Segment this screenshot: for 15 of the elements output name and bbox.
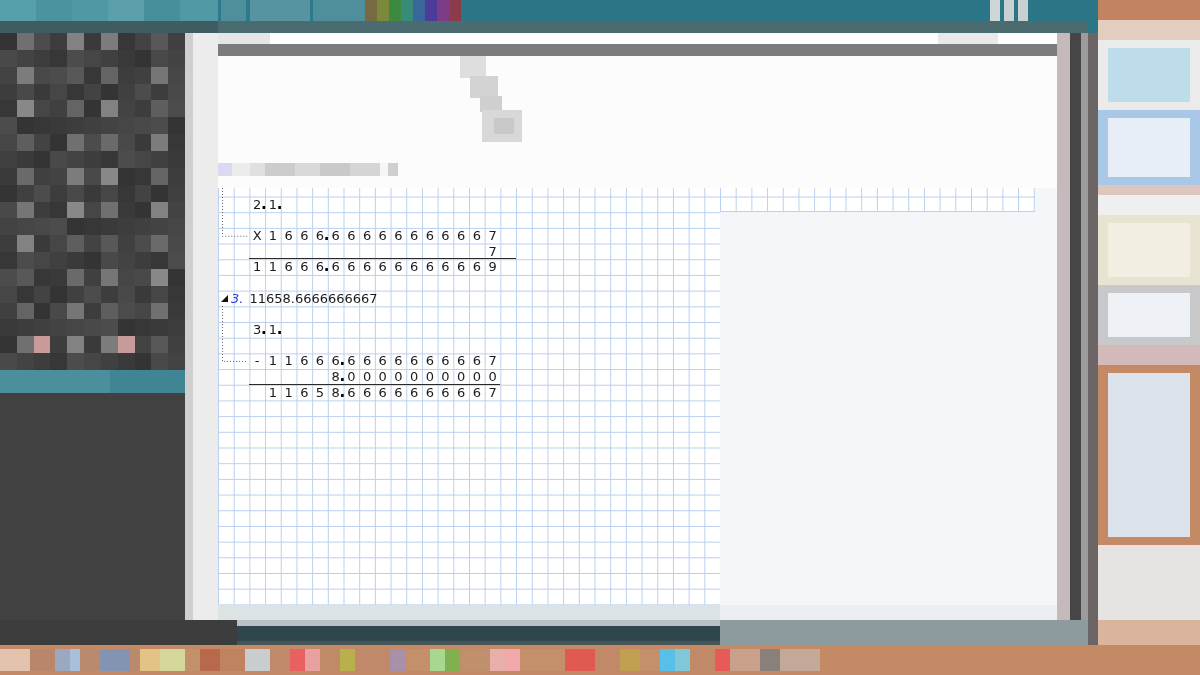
operand-digits: 1 1 6 6 6.6 6 6 6 6 6 6 6 6 7	[267, 353, 498, 370]
result-digits: 1 1 6 5 8.6 6 6 6 6 6 6 6 6 7	[267, 384, 498, 401]
dotted-connector	[222, 188, 249, 237]
triangle-icon[interactable]	[221, 294, 228, 302]
step-label: 2.1.	[252, 196, 281, 213]
operator-sign: -	[253, 353, 261, 370]
operand-digits: 8.0 0 0 0 0 0 0 0 0 0	[330, 369, 498, 385]
step-label: 3.1.	[252, 322, 281, 338]
dotted-connector	[222, 306, 249, 363]
step-number: 3.	[231, 290, 244, 307]
step-value: 11658.6666666667	[249, 290, 378, 307]
operand-digits: 1 6 6 6.6 6 6 6 6 6 6 6 6 6 7	[267, 227, 498, 244]
operator-sign: X	[251, 227, 263, 244]
operand-digits: 7	[487, 243, 498, 260]
result-digits: 1 1 6 6 6.6 6 6 6 6 6 6 6 6 6 9	[252, 259, 498, 275]
